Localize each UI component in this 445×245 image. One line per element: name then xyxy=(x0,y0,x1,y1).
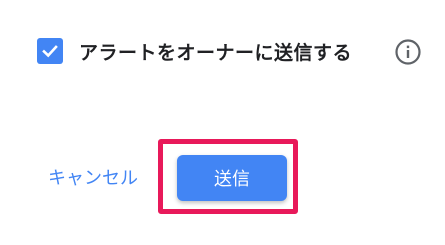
send-button[interactable]: 送信 xyxy=(177,155,287,201)
alert-owner-checkbox[interactable] xyxy=(37,38,63,64)
info-icon[interactable] xyxy=(394,38,422,66)
cancel-button[interactable]: キャンセル xyxy=(48,164,138,190)
alert-owner-label: アラートをオーナーに送信する xyxy=(79,41,353,64)
alert-owner-option[interactable]: アラートをオーナーに送信する xyxy=(37,36,352,66)
check-icon xyxy=(42,45,58,58)
